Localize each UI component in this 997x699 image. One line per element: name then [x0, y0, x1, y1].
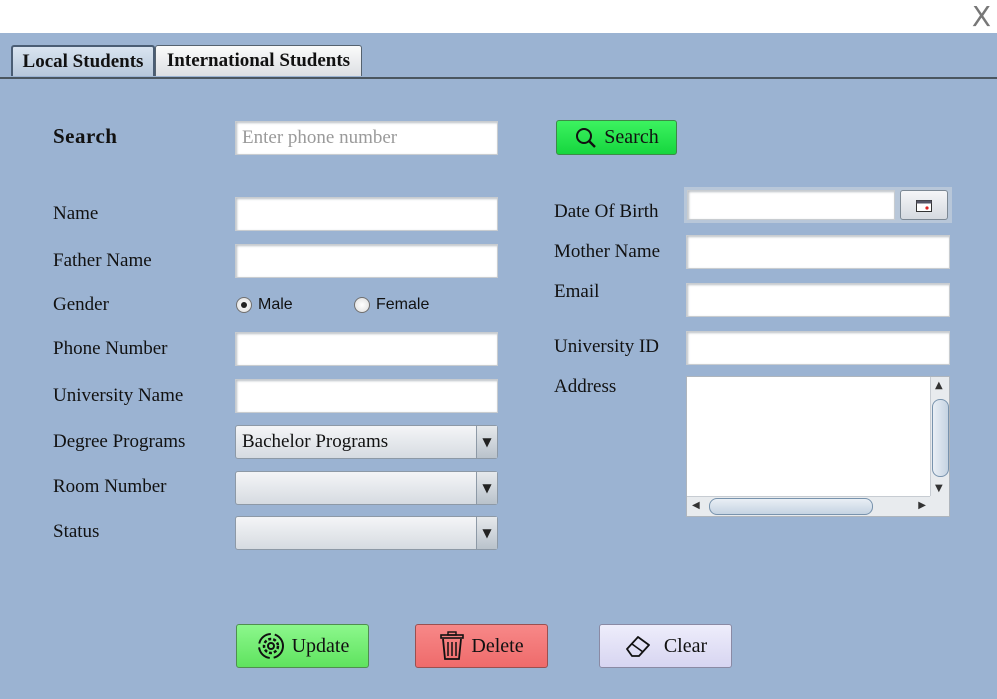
phone-number-label: Phone Number: [53, 338, 168, 359]
scroll-up-arrow-icon[interactable]: ▲: [935, 380, 943, 391]
father-name-field[interactable]: [235, 244, 498, 278]
search-input[interactable]: [235, 121, 498, 155]
update-button-label: Update: [291, 634, 350, 657]
date-of-birth-field[interactable]: [687, 190, 895, 220]
tab-divider: [0, 77, 997, 79]
chevron-down-icon: ▼: [476, 472, 497, 504]
tab-bar: Local Students International Students: [0, 33, 997, 79]
room-number-label: Room Number: [53, 476, 167, 497]
search-label: Search: [53, 124, 118, 148]
scroll-left-arrow-icon[interactable]: ◀: [692, 500, 700, 511]
chevron-down-icon: ▼: [476, 426, 497, 458]
calendar-icon: [916, 199, 932, 217]
search-button[interactable]: Search: [556, 120, 677, 155]
university-id-label: University ID: [554, 336, 660, 357]
horizontal-scroll-thumb[interactable]: [709, 498, 873, 515]
calendar-button[interactable]: [900, 190, 948, 220]
degree-programs-select[interactable]: Bachelor Programs ▼: [235, 425, 498, 459]
tab-local-students[interactable]: Local Students: [11, 45, 155, 76]
search-icon: [574, 126, 598, 150]
email-label: Email: [554, 281, 600, 302]
address-label: Address: [554, 376, 617, 397]
radio-selected-indicator: [236, 297, 252, 313]
university-name-label: University Name: [53, 385, 184, 406]
clear-button[interactable]: Clear: [599, 624, 732, 668]
search-button-label: Search: [604, 126, 659, 148]
gender-female-label: Female: [376, 296, 430, 313]
university-id-field[interactable]: [686, 331, 950, 365]
date-of-birth-label: Date Of Birth: [554, 201, 659, 222]
update-button[interactable]: Update: [236, 624, 369, 668]
scroll-right-arrow-icon[interactable]: ▶: [918, 500, 926, 511]
room-number-select[interactable]: ▼: [235, 471, 498, 505]
gender-female-radio[interactable]: Female: [354, 296, 429, 314]
scroll-corner: [930, 496, 949, 516]
father-name-label: Father Name: [53, 250, 152, 271]
address-textarea[interactable]: ▲ ▼ ◀ ▶: [686, 376, 950, 517]
gender-male-radio[interactable]: Male: [236, 296, 293, 314]
title-bar: X: [0, 0, 997, 33]
delete-button-label: Delete: [471, 634, 524, 657]
gender-label: Gender: [53, 294, 109, 315]
degree-programs-value: Bachelor Programs: [242, 431, 389, 452]
gender-male-label: Male: [258, 296, 293, 313]
radio-unselected-indicator: [354, 297, 370, 313]
name-label: Name: [53, 203, 99, 224]
trash-icon: [439, 631, 465, 661]
date-of-birth-picker: [684, 187, 952, 223]
horizontal-scrollbar[interactable]: ◀ ▶: [687, 496, 931, 516]
clear-button-label: Clear: [663, 634, 708, 657]
name-field[interactable]: [235, 197, 498, 231]
status-select[interactable]: ▼: [235, 516, 498, 550]
degree-programs-label: Degree Programs: [53, 431, 186, 452]
email-field[interactable]: [686, 283, 950, 317]
delete-button[interactable]: Delete: [415, 624, 548, 668]
phone-number-field[interactable]: [235, 332, 498, 366]
scroll-down-arrow-icon[interactable]: ▼: [935, 483, 943, 494]
chevron-down-icon: ▼: [476, 517, 497, 549]
close-button[interactable]: X: [972, 2, 991, 32]
vertical-scrollbar[interactable]: ▲ ▼: [930, 377, 949, 497]
mother-name-label: Mother Name: [554, 241, 661, 262]
eraser-icon: [624, 634, 652, 658]
mother-name-field[interactable]: [686, 235, 950, 269]
university-name-field[interactable]: [235, 379, 498, 413]
gear-refresh-icon: [256, 631, 286, 661]
tab-international-students[interactable]: International Students: [155, 45, 362, 76]
vertical-scroll-thumb[interactable]: [932, 399, 949, 477]
status-label: Status: [53, 521, 100, 542]
